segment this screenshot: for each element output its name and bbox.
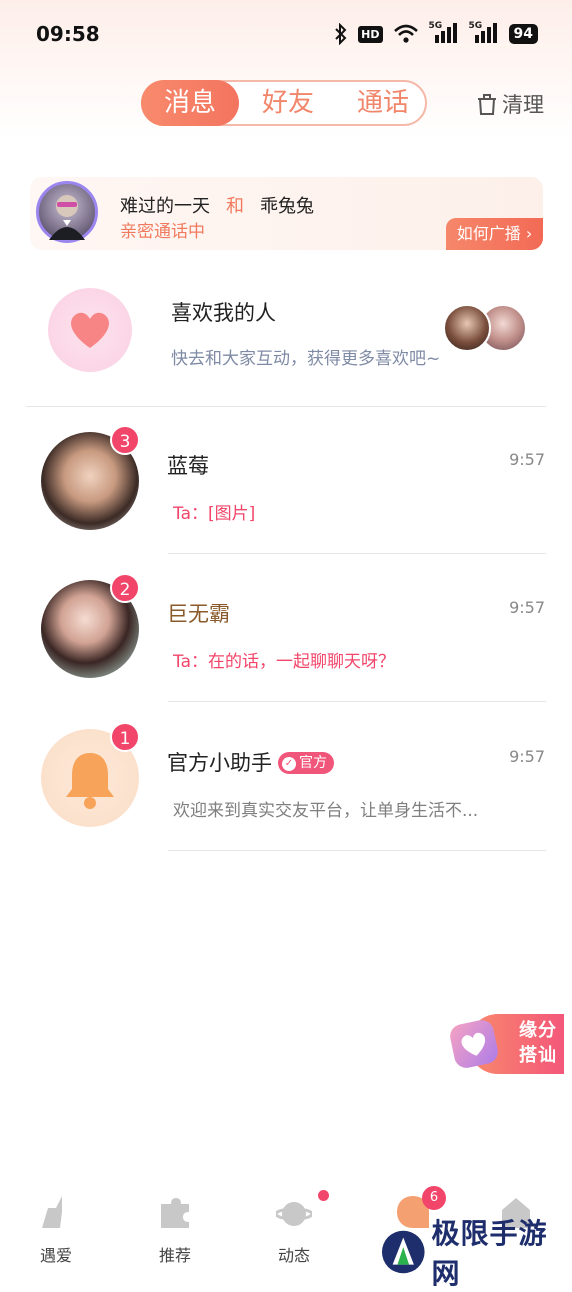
how-broadcast-button[interactable]: 如何广播 › xyxy=(446,218,543,250)
nav-item-moments[interactable]: 动态 xyxy=(254,1180,334,1270)
nav-notification-dot xyxy=(318,1190,329,1201)
planet-icon xyxy=(276,1202,312,1226)
chat-row-official-assistant[interactable]: 1 官方小助手 ✓ 官方 9:57 欢迎来到真实交友平台，让单身生活不... xyxy=(0,722,572,877)
avatar-figure-icon xyxy=(49,195,85,240)
likes-title: 喜欢我的人 xyxy=(171,301,276,325)
network-5g-label: 5G xyxy=(428,21,443,31)
chat-time: 9:57 xyxy=(509,747,545,766)
bluetooth-icon xyxy=(335,23,347,45)
row-separator xyxy=(168,701,546,702)
banner-and: 和 xyxy=(226,196,244,217)
banner-user-a: 难过的一天 xyxy=(120,196,210,217)
trash-icon xyxy=(478,94,496,115)
banner-status: 亲密通话中 xyxy=(120,222,205,242)
clean-label: 清理 xyxy=(502,93,544,117)
likes-avatar-stack xyxy=(443,302,533,358)
how-broadcast-label: 如何广播 xyxy=(456,224,521,243)
chevron-right-icon: › xyxy=(525,224,533,243)
nav-label: 动态 xyxy=(277,1246,310,1265)
chat-preview: 欢迎来到真实交友平台，让单身生活不... xyxy=(173,801,479,821)
heart-icon xyxy=(461,1032,486,1056)
nav-item-yuai[interactable]: 遇爱 xyxy=(16,1180,96,1270)
banner-user-b: 乖兔兔 xyxy=(260,196,314,217)
status-time: 09:58 xyxy=(36,22,100,46)
chat-name: 蓝莓 xyxy=(167,454,209,478)
battery-indicator: 94 xyxy=(508,24,538,44)
nav-unread-count: 6 xyxy=(422,1186,446,1210)
banner-avatar xyxy=(36,181,98,243)
chat-name: 官方小助手 xyxy=(167,751,272,775)
heart-icon xyxy=(71,312,109,348)
nav-label: 推荐 xyxy=(158,1246,191,1265)
site-watermark: 极限手游网 xyxy=(381,1217,572,1290)
unread-badge: 1 xyxy=(110,722,140,752)
unread-badge: 2 xyxy=(110,573,140,603)
chat-row-lanmei[interactable]: 3 蓝莓 9:57 Ta：[图片] xyxy=(0,425,572,580)
tab-messages[interactable]: 消息 xyxy=(141,80,239,126)
broom-icon xyxy=(42,1196,62,1228)
unread-badge: 3 xyxy=(110,425,140,455)
puzzle-icon xyxy=(161,1198,189,1228)
nav-label: 遇爱 xyxy=(39,1246,72,1265)
chat-preview: Ta：在的话，一起聊聊天呀？ xyxy=(173,652,395,672)
chat-name: 巨无霸 xyxy=(167,602,230,626)
intimate-call-banner[interactable]: 难过的一天和乖兔兔 亲密通话中 如何广播 › xyxy=(30,177,543,250)
chat-preview: Ta：[图片] xyxy=(173,504,256,524)
chat-name-wrap: 官方小助手 ✓ 官方 xyxy=(167,747,334,777)
likes-me-row[interactable]: 喜欢我的人 快去和大家互动，获得更多喜欢吧~ xyxy=(0,282,572,382)
likes-subtitle: 快去和大家互动，获得更多喜欢吧~ xyxy=(171,349,441,369)
signal-1: 5G xyxy=(428,21,459,45)
promo-heart-icon xyxy=(447,1017,501,1071)
banner-names: 难过的一天和乖兔兔 xyxy=(120,192,314,218)
official-badge: ✓ 官方 xyxy=(278,752,334,774)
promo-text: 缘分 搭讪 xyxy=(512,1018,564,1068)
section-divider xyxy=(26,406,546,407)
watermark-text: 极限手游网 xyxy=(431,1217,548,1290)
avatar xyxy=(443,304,491,352)
network-5g-label: 5G xyxy=(468,21,483,31)
status-bar: 09:58 HD 5G 5G 94 xyxy=(0,0,572,68)
nav-item-recommend[interactable]: 推荐 xyxy=(135,1180,215,1270)
floating-promo-button[interactable]: 缘分 搭讪 xyxy=(447,1012,564,1076)
likes-heart-badge xyxy=(48,288,132,372)
check-icon: ✓ xyxy=(282,757,296,771)
row-separator xyxy=(168,850,546,851)
official-badge-label: 官方 xyxy=(299,755,327,771)
promo-line-2: 搭讪 xyxy=(519,1045,557,1066)
signal-2: 5G xyxy=(468,21,499,45)
tab-calls[interactable]: 通话 xyxy=(348,82,418,124)
chat-row-juwuba[interactable]: 2 巨无霸 9:57 Ta：在的话，一起聊聊天呀？ xyxy=(0,573,572,728)
promo-line-1: 缘分 xyxy=(519,1020,557,1041)
row-separator xyxy=(168,553,546,554)
hd-icon: HD xyxy=(358,25,383,43)
status-icons: HD 5G 5G 94 xyxy=(334,21,538,46)
chat-time: 9:57 xyxy=(509,450,545,469)
watermark-logo-icon xyxy=(381,1230,425,1274)
tab-friends[interactable]: 好友 xyxy=(253,82,323,124)
message-tabs: 消息 好友 通话 xyxy=(141,80,427,126)
chat-time: 9:57 xyxy=(509,598,545,617)
wifi-icon xyxy=(393,24,418,43)
clean-button[interactable]: 清理 xyxy=(476,90,544,118)
